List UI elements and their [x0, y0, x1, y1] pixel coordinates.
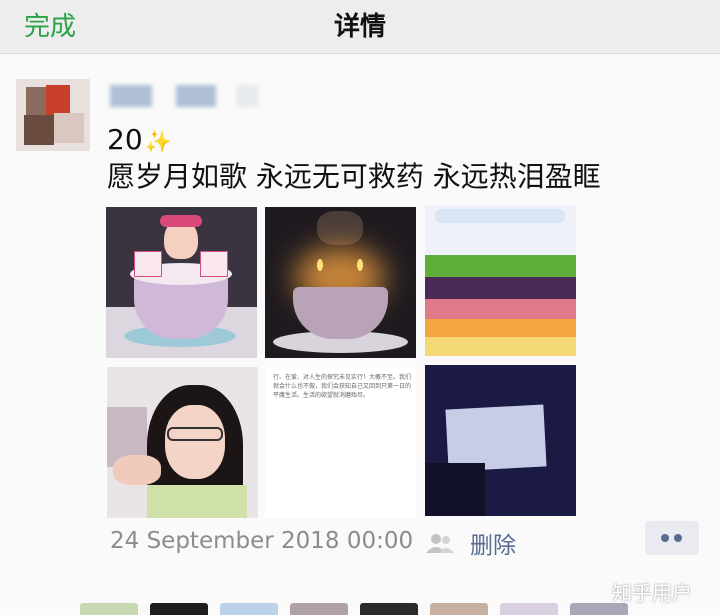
page-title: 详情 [333, 12, 386, 42]
people-icon [426, 534, 454, 553]
moment-card: 20✨ 愿岁月如歌 永远无可救药 永远热泪盈眶 行、在爱、对人生的探究未见实行！… [0, 55, 720, 615]
post-text-line2: 愿岁月如歌 永远无可救药 永远热泪盈眶 [107, 160, 601, 193]
username-blurred[interactable] [110, 85, 152, 107]
like-avatar[interactable] [290, 603, 348, 615]
photo-cake-candles[interactable] [265, 207, 416, 358]
delete-button[interactable]: 删除 [470, 526, 516, 560]
username-blurred[interactable] [176, 85, 216, 107]
likes-strip [0, 595, 720, 615]
photo-handwritten-note[interactable] [425, 365, 576, 516]
photo-text-card[interactable]: 行、在爱、对人生的探究未见实行！大概不至。我们就会什么也不做，我们会获知自己又回… [265, 367, 416, 518]
photo-text: 行、在爱、对人生的探究未见实行！大概不至。我们就会什么也不做，我们会获知自己又回… [273, 374, 412, 399]
avatar[interactable] [16, 79, 90, 151]
username-blurred [236, 85, 258, 107]
like-avatar[interactable] [570, 603, 628, 615]
like-avatar[interactable] [150, 603, 208, 615]
sparkle-icon: ✨ [144, 130, 173, 155]
photo-rainbow-cake[interactable] [425, 205, 576, 356]
more-dots-icon [674, 534, 682, 542]
like-avatar[interactable] [500, 603, 558, 615]
more-dots-icon [661, 534, 669, 542]
post-timestamp: 24 September 2018 00:00 [110, 528, 414, 554]
more-button[interactable] [645, 521, 699, 555]
post-text-line1: 20✨ [107, 123, 173, 156]
photo-cake-doll[interactable] [106, 207, 257, 358]
like-avatar[interactable] [430, 603, 488, 615]
like-avatar[interactable] [220, 603, 278, 615]
like-avatar[interactable] [80, 603, 138, 615]
nav-bar: 完成 详情 [0, 0, 720, 54]
like-avatar[interactable] [360, 603, 418, 615]
photo-selfie[interactable] [107, 367, 258, 518]
